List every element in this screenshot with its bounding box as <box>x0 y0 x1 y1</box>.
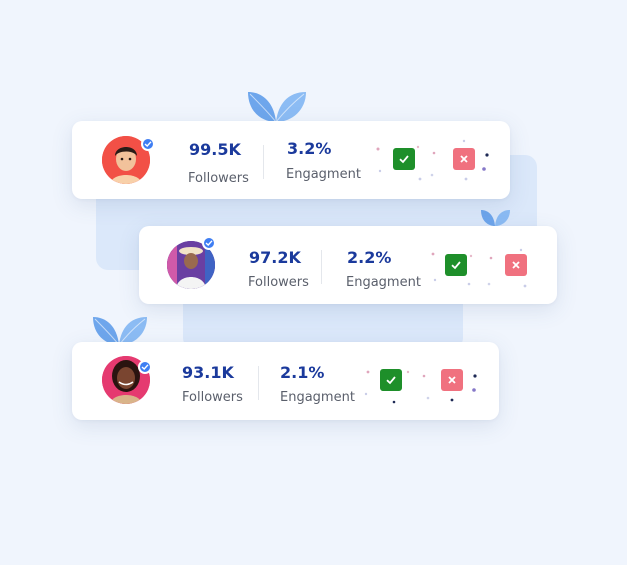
reject-button[interactable] <box>441 369 463 391</box>
followers-label: Followers <box>188 171 249 186</box>
verified-badge-icon <box>141 137 155 151</box>
divider <box>263 145 264 179</box>
accept-button[interactable] <box>445 254 467 276</box>
followers-count: 99.5K <box>189 140 241 159</box>
engagement-label: Engagment <box>286 167 361 182</box>
verified-badge-icon <box>202 236 216 250</box>
followers-count: 93.1K <box>182 363 234 382</box>
close-icon <box>460 155 468 163</box>
close-icon <box>448 376 456 384</box>
engagement-label: Engagment <box>346 275 421 290</box>
accept-button[interactable] <box>380 369 402 391</box>
checkmark-icon <box>451 261 461 270</box>
accept-button[interactable] <box>393 148 415 170</box>
checkmark-icon <box>386 376 396 385</box>
checkmark-icon <box>399 155 409 164</box>
followers-label: Followers <box>182 390 243 405</box>
engagement-rate: 2.1% <box>280 363 325 382</box>
divider <box>321 250 322 284</box>
engagement-rate: 3.2% <box>287 139 332 158</box>
close-icon <box>512 261 520 269</box>
reject-button[interactable] <box>453 148 475 170</box>
leaf-icon <box>481 210 510 226</box>
engagement-rate: 2.2% <box>347 248 392 267</box>
influencer-card: 99.5K Followers 3.2% Engagment <box>72 121 510 199</box>
followers-label: Followers <box>248 275 309 290</box>
influencer-card: 93.1K Followers 2.1% Engagment <box>72 342 499 420</box>
followers-count: 97.2K <box>249 248 301 267</box>
reject-button[interactable] <box>505 254 527 276</box>
divider <box>258 366 259 400</box>
leaf-icon <box>248 92 306 123</box>
engagement-label: Engagment <box>280 390 355 405</box>
verified-badge-icon <box>138 360 152 374</box>
influencer-card: 97.2K Followers 2.2% Engagment <box>139 226 557 304</box>
